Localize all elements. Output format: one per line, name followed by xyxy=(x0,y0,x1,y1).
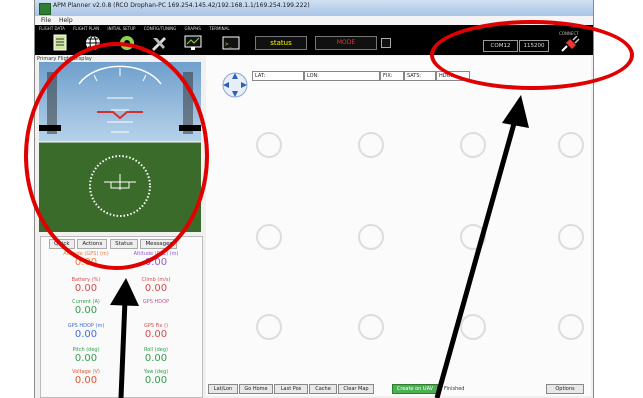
map-tile-placeholder-icon xyxy=(256,132,282,158)
options-dropdown[interactable]: Options xyxy=(546,384,584,394)
map-tile-placeholder-icon xyxy=(558,224,584,250)
quick-item: Battery (%) 0.00 xyxy=(57,277,115,294)
menu-file[interactable]: File xyxy=(41,16,51,25)
quick-item-value: 0.00 xyxy=(74,305,98,316)
toolbar-tabs: FLIGHT DATA FLIGHT PLAN INITIAL SETUP CO… xyxy=(39,26,237,31)
lat-field: LAT: xyxy=(252,71,304,81)
tab-flight-data[interactable]: FLIGHT DATA xyxy=(39,26,65,31)
quick-item: GPS Fix () 0.00 xyxy=(127,323,185,340)
map-tile-placeholder-icon xyxy=(558,314,584,340)
quick-item: GPS HDOP (m) 0.00 xyxy=(57,323,115,340)
window-title: APM Planner v2.0.8 (RCO Drophan-PC 169.2… xyxy=(53,2,310,9)
quick-item-label: GPS HDOP xyxy=(142,299,170,305)
last-pos-button[interactable]: Last Pos xyxy=(274,384,308,394)
flight-data-icon[interactable] xyxy=(51,34,71,52)
map-tile-placeholder-icon xyxy=(460,132,486,158)
quick-item: Yaw (deg) 0.00 xyxy=(127,369,185,386)
terminal-icon[interactable]: >_ xyxy=(221,34,241,52)
quick-item-value: 0.00 xyxy=(144,329,168,340)
title-bar: APM Planner v2.0.8 (RCO Drophan-PC 169.2… xyxy=(35,0,593,16)
latlon-button[interactable]: Lat/Lon xyxy=(208,384,238,394)
quick-item-value: 0.00 xyxy=(74,329,98,340)
mode-display: MODE xyxy=(315,36,377,50)
graphs-monitor-icon[interactable] xyxy=(183,34,203,52)
map-tile-placeholder-icon xyxy=(358,224,384,250)
annotation-circle-connect xyxy=(430,20,634,90)
quick-item: GPS HDOP xyxy=(127,299,185,305)
create-waypoint-button[interactable]: Create on UAV xyxy=(392,384,438,394)
lon-field: LON: xyxy=(304,71,380,81)
map-tile-placeholder-icon xyxy=(460,314,486,340)
quick-item-value: 0.00 xyxy=(144,353,168,364)
tab-initial-setup[interactable]: INITIAL SETUP xyxy=(107,26,135,31)
quick-item-value: 0.00 xyxy=(144,283,168,294)
fix-field: FIX: xyxy=(380,71,404,81)
cache-button[interactable]: Cache xyxy=(309,384,337,394)
quick-item: Voltage (V) 0.00 xyxy=(57,369,115,386)
map-status-text: Finished xyxy=(444,386,465,392)
map-tile-placeholder-icon xyxy=(256,314,282,340)
app-icon xyxy=(39,3,51,15)
quick-item-value: 0.00 xyxy=(74,283,98,294)
map-tile-placeholder-icon xyxy=(460,224,486,250)
svg-text:>_: >_ xyxy=(225,41,233,48)
quick-item: Roll (deg) 0.00 xyxy=(127,347,185,364)
tab-config-tuning[interactable]: CONFIG/TUNING xyxy=(144,26,177,31)
tab-flight-plan[interactable]: FLIGHT PLAN xyxy=(73,26,99,31)
quick-item: Pitch (deg) 0.00 xyxy=(57,347,115,364)
config-tools-icon[interactable] xyxy=(149,34,169,52)
quick-item: Current (A) 0.00 xyxy=(57,299,115,316)
clear-map-button[interactable]: Clear Map xyxy=(338,384,374,394)
quick-item-value: 0.00 xyxy=(74,375,98,386)
map-panel[interactable]: LAT: LON: FIX: SATS: HDOP: Lat/Lon Go Ho… xyxy=(206,56,591,396)
go-home-button[interactable]: Go Home xyxy=(239,384,273,394)
status-button[interactable]: status xyxy=(255,36,307,50)
map-tile-placeholder-icon xyxy=(358,314,384,340)
menu-help[interactable]: Help xyxy=(59,16,73,25)
quick-item-value: 0.00 xyxy=(144,375,168,386)
quick-item-value: 0.00 xyxy=(74,353,98,364)
map-pan-control[interactable] xyxy=(220,70,250,100)
map-tile-placeholder-icon xyxy=(358,132,384,158)
quick-item: Climb (m/s) 0.00 xyxy=(127,277,185,294)
map-tile-placeholder-icon xyxy=(256,224,282,250)
map-tile-placeholder-icon xyxy=(558,132,584,158)
toolbar-small-button[interactable] xyxy=(381,38,391,48)
annotation-circle-hud xyxy=(24,42,209,270)
sats-field: SATS: xyxy=(404,71,436,81)
tab-terminal[interactable]: TERMINAL xyxy=(209,26,229,31)
tab-graphs[interactable]: GRAPHS xyxy=(185,26,201,31)
